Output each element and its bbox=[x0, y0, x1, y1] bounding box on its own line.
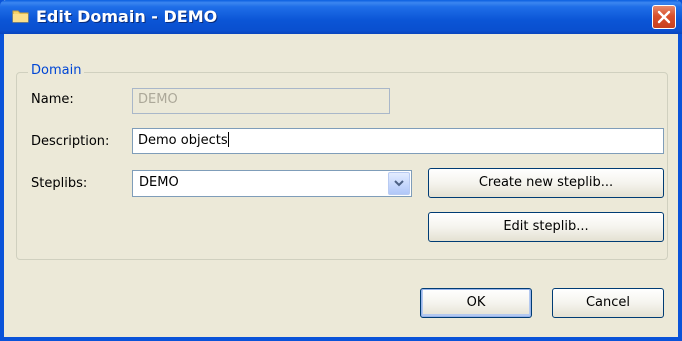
steplibs-select[interactable]: DEMO bbox=[132, 170, 412, 197]
create-steplib-button[interactable]: Create new steplib... bbox=[428, 168, 664, 198]
title-bar[interactable]: Edit Domain - DEMO bbox=[0, 0, 682, 34]
name-value: DEMO bbox=[138, 92, 178, 107]
text-caret bbox=[227, 132, 229, 147]
name-label: Name: bbox=[31, 92, 74, 107]
group-legend: Domain bbox=[28, 63, 85, 78]
edit-steplib-button[interactable]: Edit steplib... bbox=[428, 212, 664, 242]
chevron-down-icon bbox=[394, 180, 404, 187]
name-field: DEMO bbox=[132, 88, 390, 114]
steplibs-value: DEMO bbox=[139, 175, 179, 190]
close-icon bbox=[657, 10, 671, 24]
description-label: Description: bbox=[31, 134, 110, 149]
cancel-button[interactable]: Cancel bbox=[552, 288, 664, 318]
folder-icon bbox=[12, 10, 29, 23]
steplibs-label: Steplibs: bbox=[31, 176, 88, 191]
description-value: Demo objects bbox=[138, 133, 228, 148]
dropdown-button[interactable] bbox=[388, 172, 410, 195]
close-button[interactable] bbox=[652, 5, 676, 29]
description-field[interactable]: Demo objects bbox=[132, 128, 664, 154]
window-title: Edit Domain - DEMO bbox=[36, 7, 218, 26]
ok-button[interactable]: OK bbox=[420, 288, 532, 318]
